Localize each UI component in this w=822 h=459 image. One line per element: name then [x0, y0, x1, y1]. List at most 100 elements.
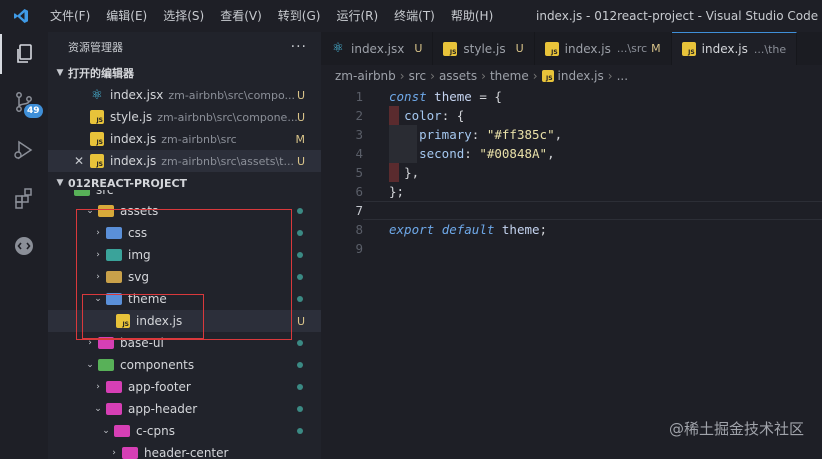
punctuation: : — [464, 146, 480, 161]
open-editor-item-active[interactable]: ✕ index.js zm-airbnb\src\assets\t... U — [48, 150, 321, 172]
open-editor-item[interactable]: index.js zm-airbnb\src M — [48, 128, 321, 150]
git-status: U — [296, 110, 305, 124]
tree-folder-components[interactable]: ⌄ components — [48, 354, 321, 376]
punctuation: : { — [441, 108, 465, 123]
explorer-icon[interactable] — [0, 34, 48, 74]
run-debug-icon[interactable] — [0, 130, 48, 170]
tree-folder-app-footer[interactable]: › app-footer — [48, 376, 321, 398]
js-file-icon — [541, 70, 554, 82]
js-file-icon — [116, 314, 130, 328]
folder-open-icon — [98, 205, 114, 217]
string: "#00848A" — [479, 146, 548, 161]
chevron-right-icon: › — [96, 382, 100, 392]
file-path: zm-airbnb\src\assets\t... — [161, 154, 294, 168]
explorer-title: 资源管理器 — [68, 41, 123, 54]
folder-name: theme — [128, 292, 167, 306]
indent-guide — [389, 106, 399, 125]
menu-view[interactable]: 查看(V) — [212, 0, 270, 32]
tab-style-js[interactable]: style.js U — [433, 32, 535, 65]
chevron-down-icon: ▼ — [56, 178, 64, 188]
git-status: U — [296, 154, 305, 168]
tab-index-js-theme[interactable]: index.js ...\the — [671, 32, 798, 65]
folder-name: app-footer — [128, 380, 191, 394]
tree-folder-c-cpns[interactable]: ⌄ c-cpns — [48, 420, 321, 442]
folder-icon — [106, 227, 122, 239]
tab-description: ...\src — [616, 42, 648, 55]
menu-edit[interactable]: 编辑(E) — [98, 0, 155, 32]
folder-open-icon — [98, 359, 114, 371]
breadcrumb: zm-airbnb› src› assets› theme› index.js›… — [321, 65, 822, 87]
current-line-highlight — [363, 201, 822, 220]
tree-folder-css[interactable]: › css — [48, 222, 321, 244]
git-status: M — [295, 132, 306, 146]
menu-help[interactable]: 帮助(H) — [443, 0, 501, 32]
extensions-icon[interactable] — [0, 178, 48, 218]
line-number: 4 — [355, 146, 363, 161]
react-file-icon: ⚛ — [332, 41, 344, 56]
folder-open-icon — [106, 403, 122, 415]
folder-open-icon — [106, 293, 122, 305]
status-dot — [297, 428, 303, 434]
breadcrumb-item[interactable]: theme — [490, 69, 529, 83]
menu-file[interactable]: 文件(F) — [42, 0, 98, 32]
breadcrumb-item[interactable]: ... — [617, 69, 628, 83]
chevron-right-icon: › — [88, 338, 92, 348]
close-icon[interactable]: ✕ — [74, 154, 84, 168]
more-actions-icon[interactable]: ··· — [291, 39, 307, 55]
tree-file-theme-index[interactable]: index.js U — [48, 310, 321, 332]
vscode-logo-icon — [0, 0, 42, 32]
tree-folder-src[interactable]: src — [48, 190, 321, 200]
breadcrumb-item[interactable]: zm-airbnb — [335, 69, 396, 83]
line-number: 2 — [355, 108, 363, 123]
menu-go[interactable]: 转到(G) — [270, 0, 329, 32]
window-title: index.js - 012react-project - Visual Stu… — [536, 9, 822, 23]
tree-folder-theme[interactable]: ⌄ theme — [48, 288, 321, 310]
folder-name: header-center — [144, 446, 229, 459]
activity-bar: 49 — [0, 32, 48, 459]
menu-run[interactable]: 运行(R) — [328, 0, 386, 32]
file-path: zm-airbnb\src\compo... — [168, 88, 296, 102]
line-number: 9 — [355, 241, 363, 256]
tree-folder-base-ui[interactable]: › base-ui — [48, 332, 321, 354]
git-status: U — [296, 88, 305, 102]
source-control-icon[interactable]: 49 — [0, 82, 48, 122]
file-path: zm-airbnb\src\compone... — [157, 110, 298, 124]
status-dot — [297, 296, 303, 302]
file-name: index.js — [136, 314, 183, 328]
code-line: 6 }; — [321, 182, 822, 201]
tree-folder-img[interactable]: › img — [48, 244, 321, 266]
menu-selection[interactable]: 选择(S) — [155, 0, 212, 32]
open-editor-item[interactable]: ⚛ index.jsx zm-airbnb\src\compo... U — [48, 84, 321, 106]
folder-name: base-ui — [120, 336, 164, 350]
tree-folder-svg[interactable]: › svg — [48, 266, 321, 288]
tab-index-jsx[interactable]: ⚛ index.jsx U — [321, 32, 434, 65]
live-share-icon[interactable] — [0, 226, 48, 266]
code-editor[interactable]: 1 const theme = { 2 color: { 3 primary: … — [321, 87, 822, 258]
folder-icon — [74, 190, 90, 196]
tree-folder-assets[interactable]: ⌄ assets — [48, 200, 321, 222]
status-dot — [297, 406, 303, 412]
breadcrumb-item[interactable]: index.js — [558, 69, 604, 83]
breadcrumb-item[interactable]: src — [409, 69, 427, 83]
file-name: index.jsx — [110, 88, 164, 102]
punctuation: , — [547, 146, 555, 161]
folder-name: svg — [128, 270, 149, 284]
folder-icon — [106, 271, 122, 283]
identifier: theme — [434, 89, 472, 104]
chevron-down-icon: ⌄ — [86, 206, 94, 216]
line-number: 8 — [355, 222, 363, 237]
status-dot — [297, 362, 303, 368]
tab-index-js-src[interactable]: index.js ...\src M — [535, 32, 672, 65]
tab-label: index.js — [564, 41, 611, 56]
chevron-down-icon: ⌄ — [102, 426, 110, 436]
file-name: style.js — [110, 110, 153, 124]
tree-folder-header-center[interactable]: › header-center — [48, 442, 321, 459]
tree-folder-app-header[interactable]: ⌄ app-header — [48, 398, 321, 420]
menu-terminal[interactable]: 终端(T) — [386, 0, 443, 32]
open-editor-item[interactable]: style.js zm-airbnb\src\compone... U — [48, 106, 321, 128]
file-path: zm-airbnb\src — [161, 132, 237, 146]
breadcrumb-item[interactable]: assets — [439, 69, 477, 83]
punctuation: ; — [539, 222, 548, 237]
open-editors-header[interactable]: ▼ 打开的编辑器 — [48, 62, 321, 84]
folder-icon — [106, 381, 122, 393]
